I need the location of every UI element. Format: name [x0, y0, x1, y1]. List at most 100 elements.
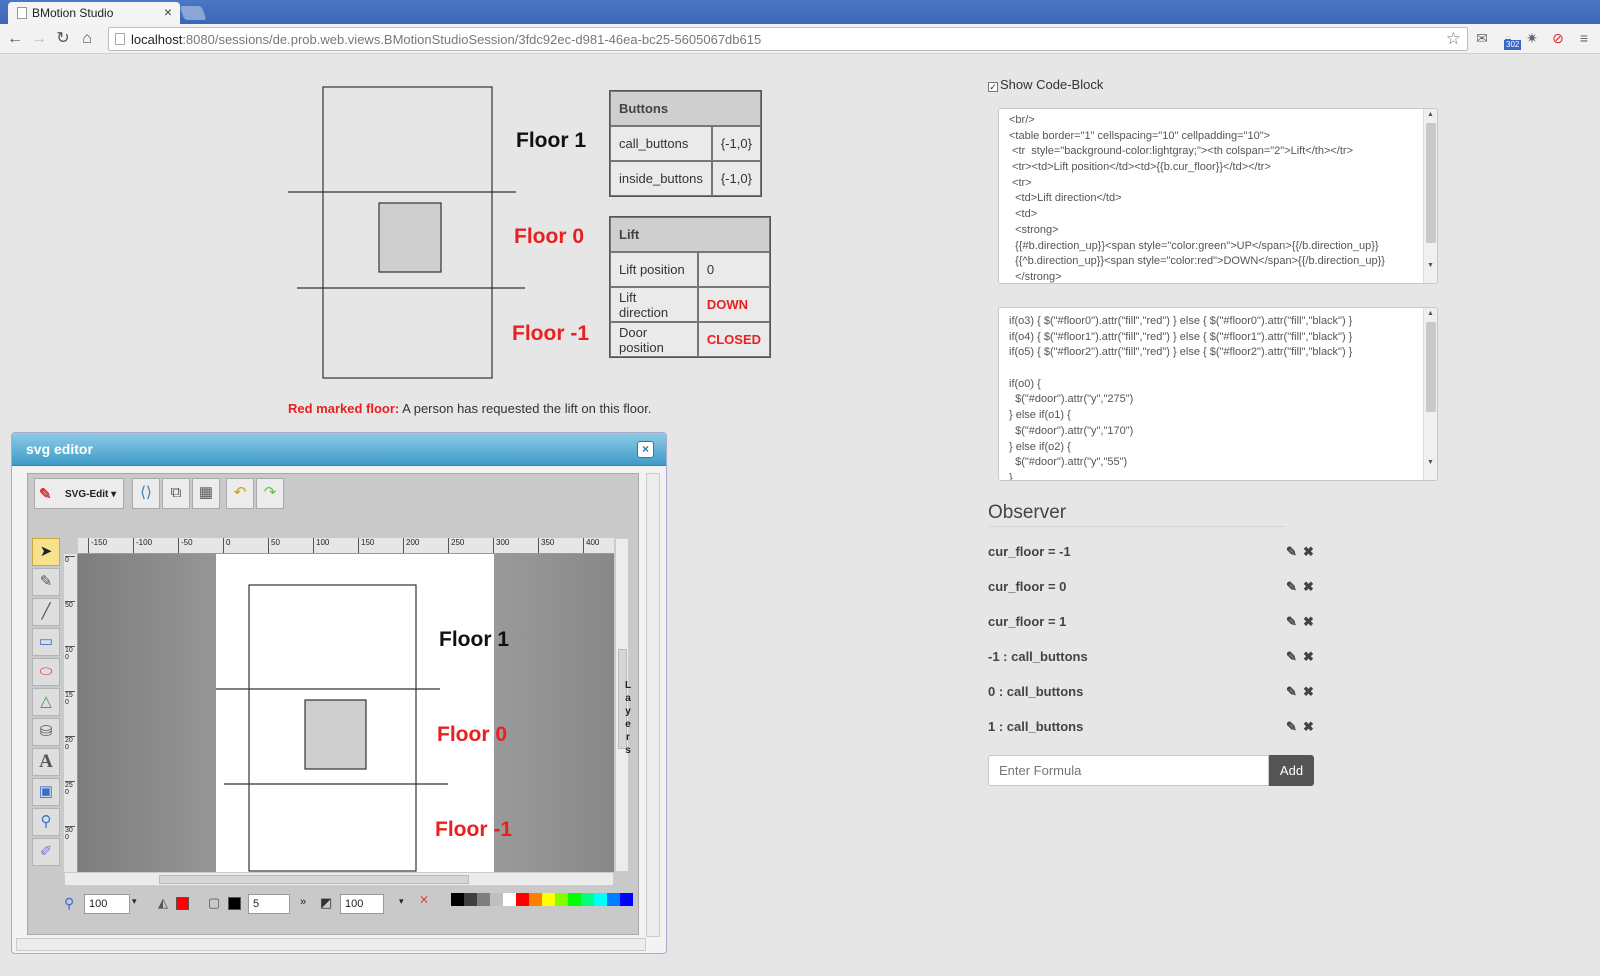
palette-color[interactable]: [620, 893, 633, 906]
stroke-width-input[interactable]: 5: [248, 894, 290, 914]
canvas-svg: Floor 1 Floor 0 Floor -1: [216, 554, 512, 872]
eyedropper-tool-icon[interactable]: ✐: [32, 838, 60, 866]
canvas-horizontal-scrollbar[interactable]: [64, 872, 614, 886]
delete-icon[interactable]: ✖: [1303, 614, 1314, 630]
close-tab-icon[interactable]: ×: [164, 4, 172, 20]
path-tool-icon[interactable]: △: [32, 688, 60, 716]
legend-text: A person has requested the lift on this …: [399, 401, 652, 416]
code-line: if(o3) { $("#floor0").attr("fill","red")…: [1009, 315, 1353, 327]
bookmark-star-icon[interactable]: ☆: [1446, 29, 1461, 49]
drawn-floor-minus1-label[interactable]: Floor -1: [435, 818, 512, 841]
text-tool-icon[interactable]: A: [32, 748, 60, 776]
mail-extension-icon[interactable]: ✉: [1472, 28, 1492, 48]
drawing-canvas[interactable]: Floor 1 Floor 0 Floor -1: [78, 554, 614, 872]
edit-icon[interactable]: ✎: [1286, 544, 1297, 560]
source-icon[interactable]: ⟨⟩: [132, 478, 160, 509]
dialog-horizontal-scrollbar[interactable]: [16, 938, 646, 951]
redo-icon[interactable]: ↷: [256, 478, 284, 509]
pencil-tool-icon[interactable]: ✎: [32, 568, 60, 596]
counter-extension-icon[interactable]: ◒ 302: [1498, 28, 1522, 50]
html-code-editor[interactable]: <br/> <table border="1" cellspacing="10"…: [998, 108, 1438, 284]
scroll-thumb[interactable]: [159, 875, 469, 884]
code-line: $("#door").attr("y","55"): [1009, 456, 1128, 469]
ruler-tick: 400: [583, 538, 599, 553]
palette-color[interactable]: [516, 893, 529, 906]
cell-value: DOWN: [697, 287, 770, 322]
edit-icon[interactable]: ✎: [1286, 684, 1297, 700]
palette-color[interactable]: [555, 893, 568, 906]
code-scrollbar[interactable]: ▲ ▼: [1423, 109, 1437, 283]
table-row: inside_buttons {-1,0}: [610, 161, 761, 196]
edit-icon[interactable]: ✎: [1286, 649, 1297, 665]
new-tab-button[interactable]: [179, 6, 207, 20]
edit-icon[interactable]: ✎: [1286, 579, 1297, 595]
browser-tab[interactable]: BMotion Studio ×: [8, 2, 180, 24]
show-code-block-toggle[interactable]: ✓ Show Code-Block: [988, 77, 1103, 92]
stop-extension-icon[interactable]: ⊘: [1548, 28, 1568, 48]
code-line: {{#b.direction_up}}<span style="color:gr…: [1009, 239, 1379, 252]
address-bar[interactable]: localhost:8080/sessions/de.prob.web.view…: [108, 27, 1468, 51]
palette-color[interactable]: [542, 893, 555, 906]
palette-color[interactable]: [594, 893, 607, 906]
js-code-editor[interactable]: if(o3) { $("#floor0").attr("fill","red")…: [998, 307, 1438, 481]
ruler-tick: 100: [313, 538, 329, 553]
no-color-icon[interactable]: ⨯: [419, 892, 429, 906]
rectangle-tool-icon[interactable]: ▭: [32, 628, 60, 656]
scroll-thumb[interactable]: [1426, 322, 1436, 412]
delete-icon[interactable]: ✖: [1303, 579, 1314, 595]
dialog-titlebar[interactable]: svg editor ×: [12, 433, 666, 466]
menu-icon[interactable]: ≡: [1574, 28, 1594, 48]
fill-color-swatch[interactable]: [176, 897, 189, 910]
drawn-floor-0-label[interactable]: Floor 0: [437, 723, 507, 746]
edit-icon[interactable]: ✎: [1286, 614, 1297, 630]
dialog-vertical-scrollbar[interactable]: [646, 473, 660, 937]
palette-color[interactable]: [581, 893, 594, 906]
palette-color[interactable]: [607, 893, 620, 906]
delete-icon[interactable]: ✖: [1303, 719, 1314, 735]
palette-color[interactable]: [503, 893, 516, 906]
svg-edit-menu-button[interactable]: ✎ SVG-Edit ▾: [34, 478, 124, 509]
puzzle-extension-icon[interactable]: ✷: [1522, 28, 1542, 48]
image-tool-icon[interactable]: ▣: [32, 778, 60, 806]
ellipse-tool-icon[interactable]: ⬭: [32, 658, 60, 686]
layers-panel-tab[interactable]: Layers: [620, 679, 636, 757]
line-tool-icon[interactable]: ╱: [32, 598, 60, 626]
drawn-lift-door[interactable]: [304, 699, 367, 770]
home-icon[interactable]: ⌂: [76, 28, 98, 50]
svg-editor-dialog: svg editor × ✎ SVG-Edit ▾ ⟨⟩ ⧉ ▦ ↶ ↷ ➤ ✎ …: [11, 432, 667, 954]
scroll-thumb[interactable]: [1426, 123, 1436, 243]
code-scrollbar[interactable]: ▲ ▼: [1423, 308, 1437, 480]
delete-icon[interactable]: ✖: [1303, 649, 1314, 665]
add-observer-button[interactable]: Add: [1269, 755, 1314, 786]
checkbox[interactable]: ✓: [988, 82, 998, 92]
palette-color[interactable]: [464, 893, 477, 906]
opacity-input[interactable]: 100: [340, 894, 384, 914]
delete-icon[interactable]: ✖: [1303, 544, 1314, 560]
observer-formula: -1 : call_buttons: [988, 649, 1088, 664]
zoom-dropdown-icon[interactable]: ▾: [132, 896, 137, 907]
delete-icon[interactable]: ✖: [1303, 684, 1314, 700]
palette-color[interactable]: [568, 893, 581, 906]
edit-icon[interactable]: ✎: [1286, 719, 1297, 735]
grid-icon[interactable]: ▦: [192, 478, 220, 509]
zoom-tool-icon[interactable]: ⚲: [32, 808, 60, 836]
stroke-style-icon[interactable]: »: [300, 896, 306, 908]
formula-input[interactable]: [988, 755, 1269, 786]
observer-item: -1 : call_buttons ✎ ✖: [988, 649, 1318, 669]
library-tool-icon[interactable]: ⛁: [32, 718, 60, 746]
back-icon[interactable]: ←: [4, 28, 26, 50]
palette-color[interactable]: [490, 893, 503, 906]
stroke-color-swatch[interactable]: [228, 897, 241, 910]
palette-color[interactable]: [477, 893, 490, 906]
wireframe-icon[interactable]: ⧉: [162, 478, 190, 509]
zoom-input[interactable]: 100: [84, 894, 130, 914]
reload-icon[interactable]: ↻: [52, 28, 74, 50]
close-icon[interactable]: ×: [637, 441, 654, 458]
palette-color[interactable]: [451, 893, 464, 906]
forward-icon[interactable]: →: [28, 28, 50, 50]
opacity-dropdown-icon[interactable]: ▾: [399, 896, 404, 907]
select-tool-icon[interactable]: ➤: [32, 538, 60, 566]
undo-icon[interactable]: ↶: [226, 478, 254, 509]
drawn-floor-1-label[interactable]: Floor 1: [439, 628, 509, 651]
palette-color[interactable]: [529, 893, 542, 906]
